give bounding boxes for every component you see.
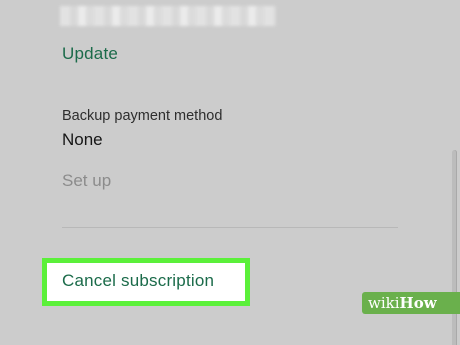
setup-backup-payment-link[interactable]: Set up [62,171,111,191]
scrollbar[interactable] [452,150,457,345]
cancel-subscription-button[interactable]: Cancel subscription [62,271,214,291]
settings-screen: Update Backup payment method None Set up… [0,0,460,345]
backup-payment-label: Backup payment method [62,108,223,124]
section-divider [62,227,398,228]
backup-payment-value: None [62,130,103,149]
wikihow-watermark: wiki How [362,292,460,314]
watermark-prefix: wiki [368,294,400,312]
update-payment-link[interactable]: Update [62,44,118,64]
watermark-suffix: How [399,294,437,312]
blurred-account-text [60,6,276,26]
